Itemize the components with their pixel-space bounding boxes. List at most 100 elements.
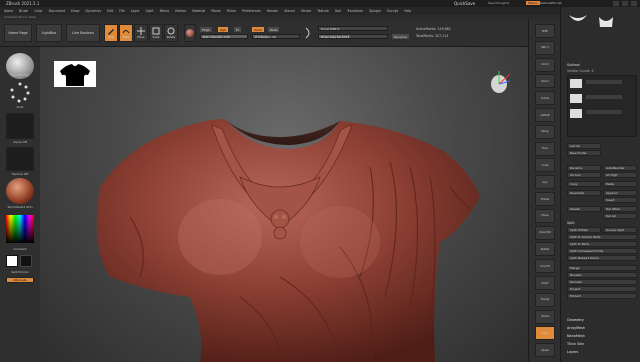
menu-item-light[interactable]: Light [146,9,154,13]
material-icon[interactable] [6,178,34,204]
menu-item-file[interactable]: File [119,9,124,13]
menu-item-document[interactable]: Document [49,9,66,13]
menu-item-render[interactable]: Render [267,9,278,13]
alpha-icon[interactable] [6,113,34,139]
shelf-button-local[interactable]: Local [535,158,555,173]
rotate-button[interactable]: Rotate [164,24,178,42]
draw-button[interactable]: Draw [119,24,133,42]
minimize-icon[interactable] [613,1,619,6]
del-other-button[interactable]: Del Other [603,206,637,212]
subtool-list[interactable] [567,75,637,137]
texture-icon[interactable] [6,147,34,171]
split-to-parts-button[interactable]: Split To Parts [567,241,637,247]
move-button[interactable]: Move [134,24,148,42]
subtool-thumb-1[interactable] [570,79,582,88]
shelf-button-zoom[interactable]: Zoom [535,74,555,89]
remesh-button[interactable]: Remesh [567,279,637,285]
autoreorder-button[interactable]: AutoReorder [603,165,637,171]
insert-button[interactable]: Insert [603,197,637,203]
shelf-button-xpose[interactable]: Xpose [535,343,555,358]
maximize-icon[interactable] [622,1,628,6]
see-through-slider[interactable]: See-through 0 [488,1,509,5]
live-boolean-button[interactable]: Live Boolean [66,24,100,42]
split-hidden-button[interactable]: Split Hidden [567,227,601,233]
shelf-button-line-fill[interactable]: Line Fill [535,259,555,274]
main-color-swatch[interactable] [6,255,18,267]
menu-item-texture[interactable]: Texture [317,9,329,13]
quicksave-button[interactable]: QuickSave [454,1,475,6]
color-picker[interactable] [6,215,34,243]
subtool-title[interactable]: Subtool [567,63,580,67]
orientation-gizmo-icon[interactable] [486,69,512,95]
boolean-button[interactable]: Boolean [567,272,637,278]
menu-item-alpha[interactable]: Alpha [4,9,13,13]
menu-item-help[interactable]: Help [404,9,411,13]
merge-button[interactable]: Merge [567,265,637,271]
shelf-button-polyf[interactable]: PolyF [535,276,555,290]
menu-item-draw[interactable]: Draw [71,9,79,13]
shelf-button-gyz[interactable]: Gyz [535,175,555,190]
shelf-button-transp[interactable]: Transp [535,292,555,307]
menu-item-zscript[interactable]: Zscript [387,9,398,13]
subtool-row-3[interactable] [586,110,622,114]
append-button[interactable]: Append [603,190,637,196]
close-icon[interactable] [631,1,637,6]
shelf-button-bpr[interactable]: BPR [535,24,555,38]
split-unmasked-button[interactable]: Split Unmasked Points [567,248,637,254]
m-toggle[interactable]: M [234,27,241,32]
split-similar-parts-button[interactable]: Split To Similar Parts [567,234,637,240]
zsub-toggle[interactable]: Zsub [268,27,280,32]
menu-item-movie[interactable]: Movie [211,9,220,13]
shelf-button-actual[interactable]: Actual [535,91,555,106]
geometry-menu[interactable]: Geometry [567,318,584,322]
z-intensity-slider[interactable]: Z Intensity 30 [252,34,300,39]
subtool-row-2[interactable] [586,95,622,99]
shelf-button-move[interactable]: Move [535,208,555,223]
nanomesh-menu[interactable]: NanoMesh [567,334,585,338]
shelf-button-floor[interactable]: Floor [535,141,555,156]
groups-split-button[interactable]: Groups Split [603,227,637,233]
extract-button[interactable]: Extract [567,293,637,299]
paste-button[interactable]: Paste [603,181,637,187]
split-title[interactable]: Split [567,221,575,225]
shelf-button-zoom3d[interactable]: Zoom3D [535,225,555,240]
all-high-button[interactable]: All High [603,172,637,178]
menu-item-preferences[interactable]: Preferences [242,9,261,13]
dynamic-toggle[interactable]: Dynamic [392,34,410,39]
shelf-button-ghost[interactable]: Ghost [535,309,555,324]
copy-button[interactable]: Copy [567,181,601,187]
del-all-button[interactable]: Del All [603,213,637,219]
material-sphere[interactable] [184,24,196,42]
subtool-thumb-3[interactable] [570,109,582,118]
menu-item-layer[interactable]: Layer [131,9,140,13]
menu-item-stencil[interactable]: Stencil [284,9,295,13]
menu-item-picker[interactable]: Picker [227,9,237,13]
split-masked-button[interactable]: Split Masked Points [567,255,637,261]
mrgb-toggle[interactable]: Mrgb [200,27,212,32]
menu-item-zplugin[interactable]: Zplugin [369,9,381,13]
switch-color-button[interactable]: SwitchColor [4,270,36,274]
shelf-button-rotate[interactable]: Rotate [535,242,555,257]
shelf-button-aahalf[interactable]: AAHalf [535,108,555,122]
focal-shift-slider[interactable]: Focal Shift 0 [318,26,388,31]
menu-item-color[interactable]: Color [34,9,42,13]
menu-item-marker[interactable]: Marker [175,9,186,13]
new-folder-button[interactable]: New Folder [567,150,601,156]
menu-item-macro[interactable]: Macro [160,9,170,13]
subtool-row-1[interactable] [586,80,622,84]
project-button[interactable]: Project [567,286,637,292]
zadd-toggle[interactable]: Zadd [252,27,264,32]
tool-thumbnail-shirt[interactable] [595,11,617,31]
rgb-toggle[interactable]: Rgb [218,27,228,32]
subtool-thumb-2[interactable] [570,94,582,103]
menu-item-material[interactable]: Material [192,9,205,13]
delete-button[interactable]: Delete [567,206,601,212]
menu-item-edit[interactable]: Edit [107,9,113,13]
draw-size-slider[interactable]: Draw Size 64.4073 [318,34,388,39]
sculpt-model[interactable] [40,47,528,362]
shelf-button-scroll[interactable]: Scroll [535,57,555,72]
list-all-button[interactable]: List All [567,143,601,149]
menus-toggle[interactable]: Menus [526,1,540,5]
menu-item-dynamics[interactable]: Dynamics [85,9,101,13]
secondary-color-swatch[interactable] [20,255,32,267]
